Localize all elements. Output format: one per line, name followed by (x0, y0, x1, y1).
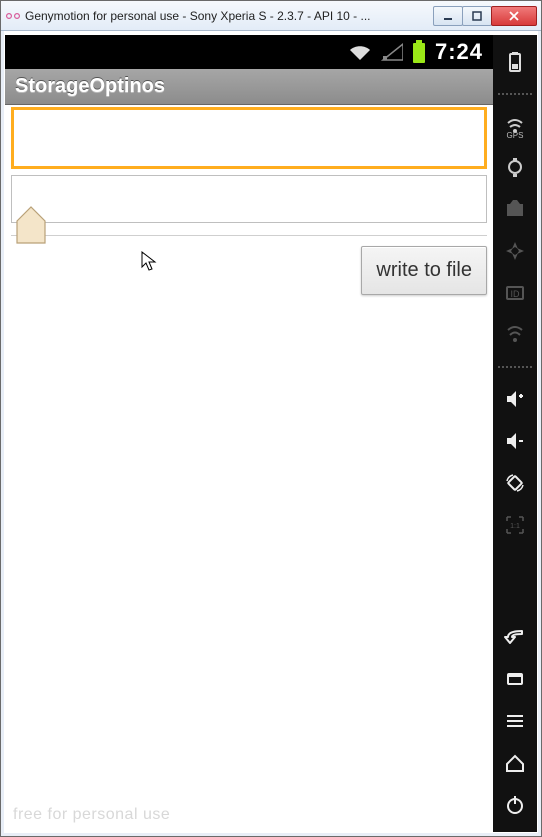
phone-screen: 7:24 StorageOptinos write to file (5, 35, 493, 832)
write-to-file-button[interactable]: write to file (361, 246, 487, 295)
sidebar-volume-up-icon[interactable] (500, 384, 530, 414)
app-content: write to file free for personal use (5, 105, 493, 832)
maximize-button[interactable] (462, 6, 492, 26)
sidebar-separator (498, 366, 532, 368)
signal-icon (381, 42, 403, 62)
text-input-2[interactable] (11, 175, 487, 223)
sidebar-menu-icon[interactable] (500, 706, 530, 736)
window-frame: Genymotion for personal use - Sony Xperi… (0, 0, 542, 837)
sidebar-battery-icon[interactable] (500, 47, 530, 77)
app-title: StorageOptinos (15, 75, 165, 98)
window-buttons (434, 6, 537, 26)
sidebar-network-icon[interactable] (500, 320, 530, 350)
wifi-icon (347, 42, 373, 62)
text-input-1[interactable] (11, 107, 487, 169)
emulator-sidebar: GPS ID (493, 35, 537, 832)
sidebar-volume-down-icon[interactable] (500, 426, 530, 456)
window-titlebar: Genymotion for personal use - Sony Xperi… (1, 1, 541, 31)
genymotion-icon (5, 8, 21, 24)
sidebar-apps-icon[interactable] (500, 664, 530, 694)
battery-icon (411, 40, 427, 64)
sidebar-remote-icon[interactable] (500, 236, 530, 266)
window-title: Genymotion for personal use - Sony Xperi… (25, 9, 434, 23)
sidebar-capture-icon[interactable] (500, 194, 530, 224)
close-button[interactable] (491, 6, 537, 26)
svg-text:1:1: 1:1 (510, 523, 520, 530)
divider (11, 235, 487, 236)
watermark-text: free for personal use (13, 806, 170, 824)
minimize-button[interactable] (433, 6, 463, 26)
status-clock: 7:24 (435, 39, 483, 65)
sidebar-pixel-perfect-icon[interactable]: 1:1 (500, 510, 530, 540)
sidebar-separator (498, 93, 532, 95)
svg-text:ID: ID (511, 289, 521, 299)
sidebar-gps-label: GPS (507, 131, 524, 140)
android-statusbar: 7:24 (5, 35, 493, 69)
sidebar-power-icon[interactable] (500, 790, 530, 820)
button-row: write to file (11, 246, 487, 295)
sidebar-rotate-icon[interactable] (500, 468, 530, 498)
sidebar-id-icon[interactable]: ID (500, 278, 530, 308)
sidebar-back-icon[interactable] (500, 622, 530, 652)
sidebar-camera-icon[interactable] (500, 152, 530, 182)
sidebar-home-icon[interactable] (500, 748, 530, 778)
app-titlebar: StorageOptinos (5, 69, 493, 105)
device-area: 7:24 StorageOptinos write to file (5, 35, 537, 832)
